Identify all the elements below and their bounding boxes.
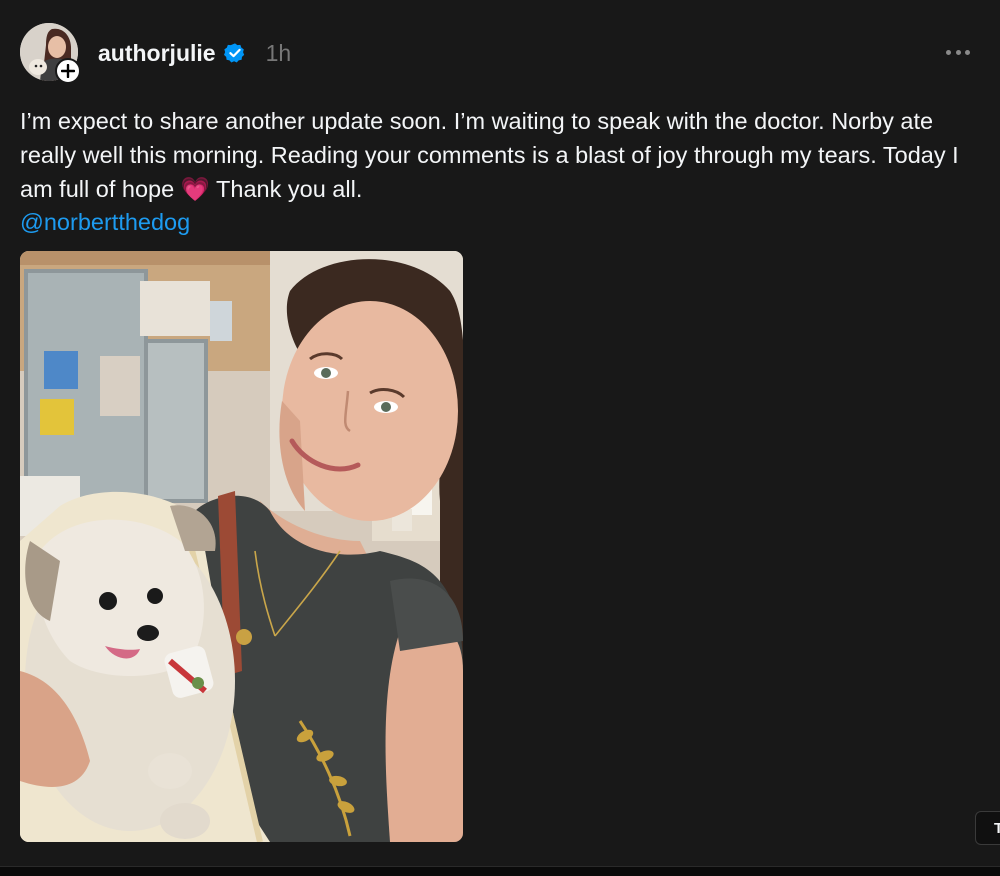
more-dot: [965, 49, 970, 55]
username[interactable]: authorjulie: [98, 40, 216, 67]
post-photo[interactable]: [20, 251, 463, 842]
post-timestamp[interactable]: 1h: [266, 40, 292, 67]
more-options-icon[interactable]: [946, 42, 970, 62]
post-photo-image: [20, 251, 463, 842]
post: authorjulie 1h I’m expect to share anoth…: [0, 0, 1000, 876]
post-header: authorjulie 1h: [98, 38, 291, 68]
more-dot: [955, 49, 961, 55]
avatar-container[interactable]: [20, 23, 81, 84]
mention-link[interactable]: @norbertthedog: [20, 205, 190, 239]
verified-badge-icon: [223, 42, 246, 64]
bottom-bar: [0, 866, 1000, 876]
side-chip[interactable]: T: [975, 811, 1000, 845]
post-text: I’m expect to share another update soon.…: [20, 108, 959, 202]
plus-icon: [61, 64, 75, 78]
more-dot: [946, 49, 951, 55]
follow-button[interactable]: [55, 58, 81, 84]
